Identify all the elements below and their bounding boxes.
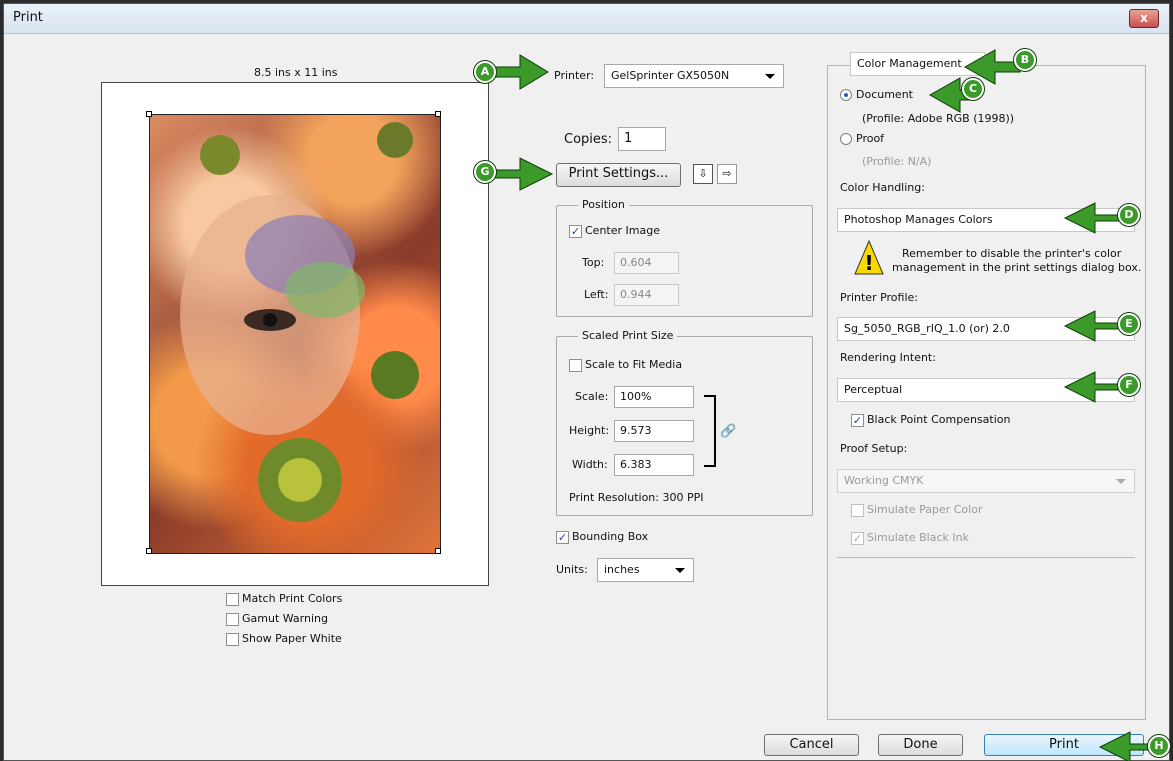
callout-b: B [1014,49,1036,71]
callout-a: A [474,61,496,83]
callout-e: E [1118,313,1140,335]
callout-d: D [1118,204,1140,226]
callout-g: G [474,161,496,183]
callout-f: F [1118,374,1140,396]
callout-c: C [962,78,984,100]
callout-arrows [494,49,1156,761]
callout-h: H [1148,735,1170,757]
